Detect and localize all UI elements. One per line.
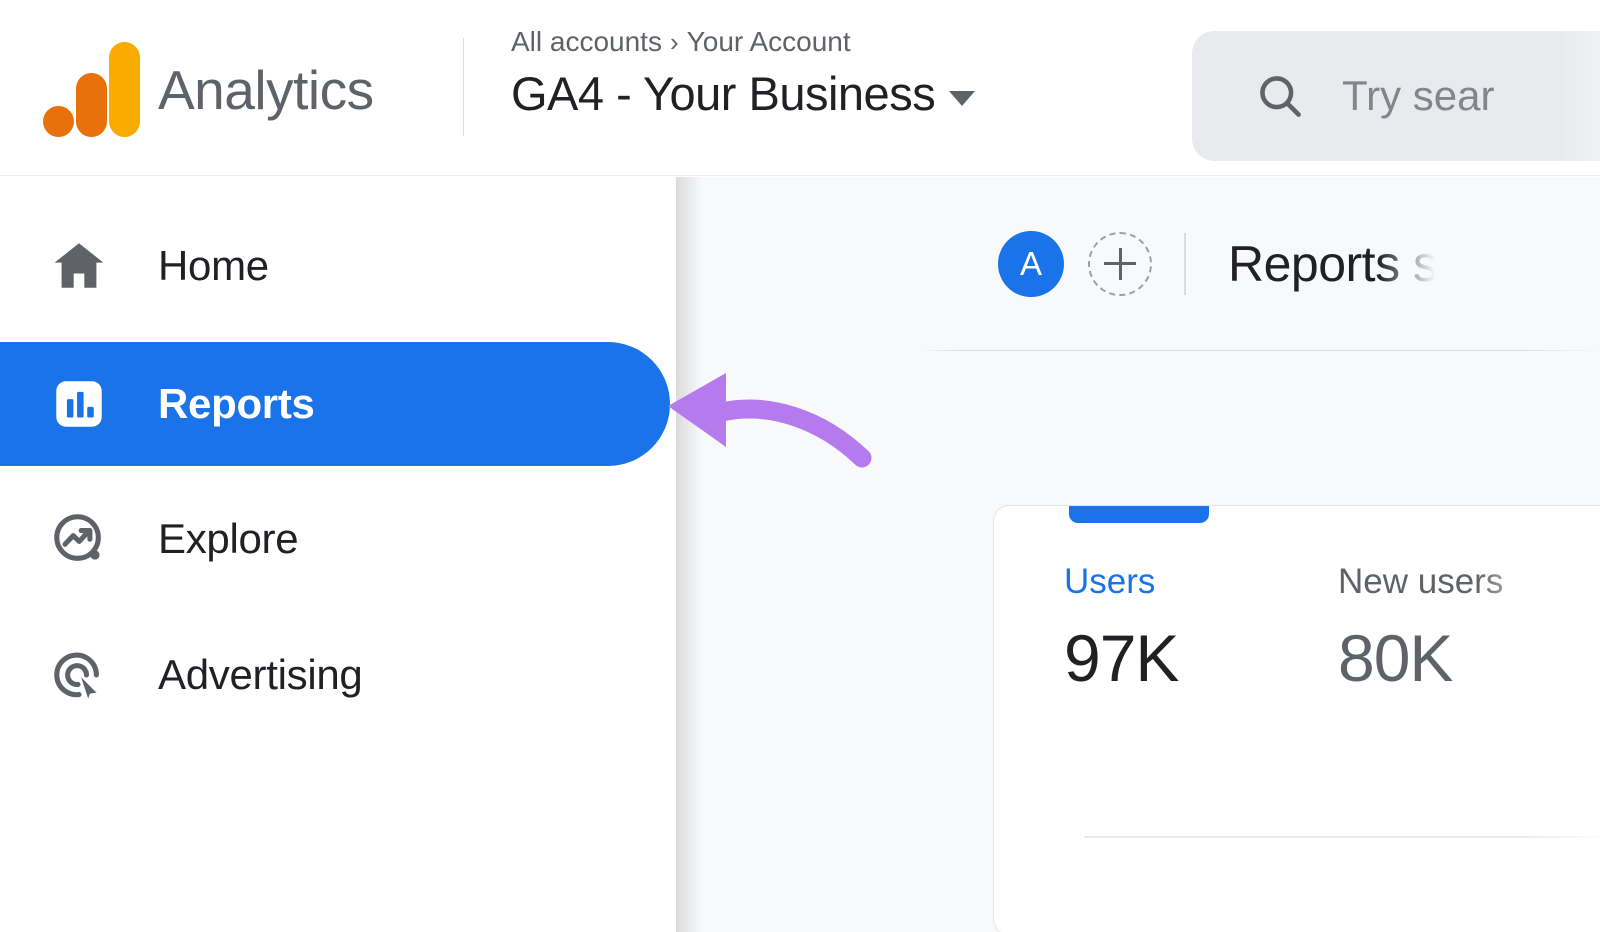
breadcrumb-root[interactable]: All accounts — [511, 26, 662, 57]
google-analytics-window: Analytics All accounts › Your Account GA4 … — [0, 0, 1600, 932]
chevron-right-icon: › — [669, 27, 679, 57]
avatar[interactable]: A — [998, 230, 1064, 297]
search-input[interactable]: Try sear — [1342, 72, 1494, 120]
sidebar-item-reports[interactable]: Reports — [0, 342, 670, 466]
metric-users[interactable]: Users 97K — [994, 562, 1268, 695]
metric-value-new-users: 80K — [1338, 620, 1453, 695]
active-tab-indicator — [1069, 506, 1209, 523]
metrics-row: Users 97K New users 80K — [994, 562, 1600, 695]
metric-label-new-users: New users — [1338, 562, 1504, 601]
sidebar-item-home[interactable]: Home — [0, 204, 670, 328]
metric-value-users: 97K — [1064, 620, 1179, 695]
metric-new-users[interactable]: New users 80K — [1268, 562, 1542, 695]
card-inner-divider — [1084, 836, 1600, 838]
main-content: A Reports s Users 97K New users 80K — [676, 177, 1600, 932]
property-name: GA4 - Your Business — [511, 67, 936, 120]
search-icon — [1254, 70, 1306, 122]
ad-target-cursor-icon — [48, 644, 110, 706]
sidebar-item-label-explore: Explore — [158, 515, 299, 562]
account-selector[interactable]: All accounts › Your Account GA4 - Your Bus… — [511, 28, 976, 120]
header-vertical-divider — [463, 38, 464, 136]
breadcrumb-current[interactable]: Your Account — [687, 26, 851, 57]
google-analytics-logo — [40, 42, 140, 138]
search-bar[interactable]: Try sear — [1192, 31, 1600, 161]
logo-bar-mid — [76, 73, 107, 137]
metrics-card: Users 97K New users 80K — [993, 505, 1600, 932]
logo-dot — [43, 106, 74, 137]
sidebar-item-advertising[interactable]: Advertising — [0, 613, 670, 737]
brand-name: Analytics — [158, 59, 374, 121]
content-topbar: A Reports s — [676, 177, 1600, 350]
sidebar-item-label-reports: Reports — [158, 380, 315, 427]
sidebar-item-explore[interactable]: Explore — [0, 477, 670, 601]
bar-chart-icon — [48, 373, 110, 435]
sidebar-nav: Home Reports Explore Advertising — [0, 177, 676, 932]
explore-trending-icon — [48, 508, 110, 570]
page-title: Reports s — [1228, 235, 1438, 292]
sidebar-item-label-home: Home — [158, 242, 269, 289]
chevron-down-icon[interactable] — [949, 91, 976, 107]
brand-block[interactable]: Analytics — [40, 42, 374, 138]
top-header: Analytics All accounts › Your Account GA4 … — [0, 0, 1600, 176]
metric-label-users: Users — [1064, 562, 1156, 601]
topbar-divider — [1184, 232, 1186, 295]
content-horizontal-divider — [920, 350, 1600, 351]
breadcrumb: All accounts › Your Account — [511, 28, 975, 56]
home-icon — [48, 235, 110, 297]
sidebar-item-label-advertising: Advertising — [158, 651, 363, 698]
add-comparison-button[interactable] — [1088, 231, 1152, 296]
logo-bar-tall — [109, 42, 140, 137]
plus-icon — [1104, 247, 1136, 280]
property-row[interactable]: GA4 - Your Business — [511, 67, 976, 120]
